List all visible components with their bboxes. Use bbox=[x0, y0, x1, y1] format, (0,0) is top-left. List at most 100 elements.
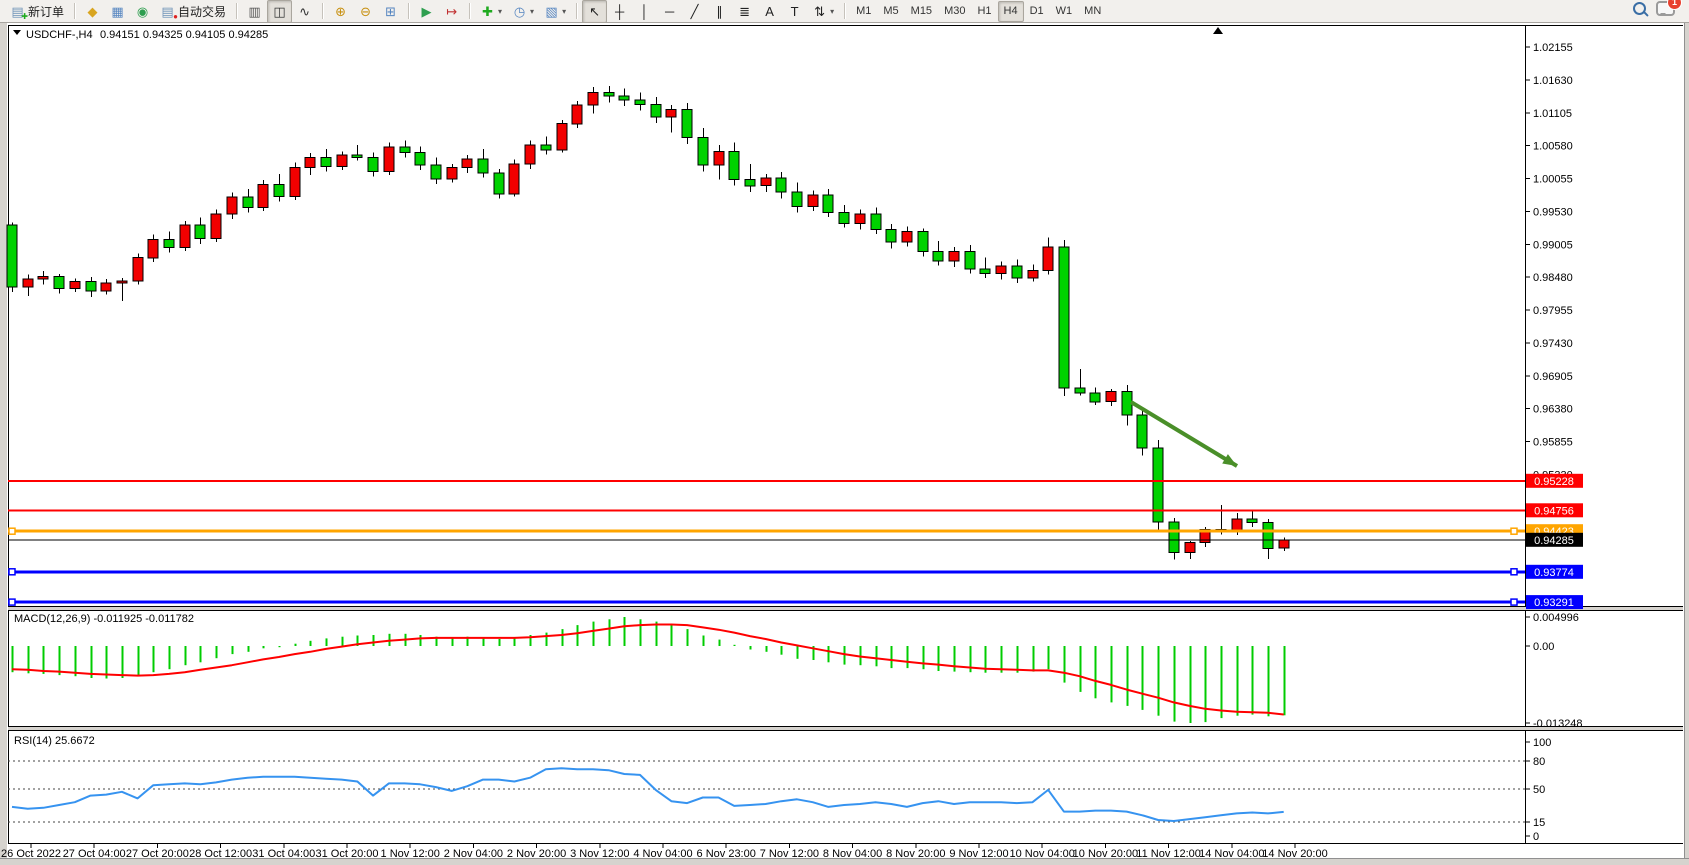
tf-m1-button[interactable]: M1 bbox=[850, 1, 877, 22]
price-tick-label: 1.00580 bbox=[1533, 141, 1573, 153]
open-chart-button[interactable]: ▦ bbox=[105, 0, 130, 23]
vertical-line-button[interactable]: │ bbox=[632, 0, 657, 23]
auto-trading-button[interactable]: ▤●自动交易 bbox=[155, 0, 231, 23]
line-handle[interactable] bbox=[9, 569, 15, 575]
line-handle[interactable] bbox=[1511, 528, 1517, 534]
chart-canvas[interactable]: 1.021551.016301.011051.005801.000550.995… bbox=[0, 23, 1689, 865]
app-badge-button[interactable]: ◆ bbox=[80, 0, 105, 23]
candle bbox=[792, 192, 802, 206]
tf-m30-button[interactable]: M30 bbox=[938, 1, 971, 22]
chevron-down-icon[interactable]: ▾ bbox=[830, 7, 834, 16]
candle bbox=[509, 164, 519, 194]
bar-chart-button[interactable]: ▥ bbox=[242, 0, 267, 23]
candle bbox=[698, 138, 708, 166]
candle bbox=[1169, 522, 1179, 553]
chevron-down-icon[interactable]: ▾ bbox=[498, 7, 502, 16]
price-tick-label: 1.01105 bbox=[1533, 108, 1572, 120]
toolbar-group: ✚▾◷▾▧▾ bbox=[473, 0, 573, 22]
main-chart-plot[interactable] bbox=[7, 86, 1289, 559]
chart-area: 1.021551.016301.011051.005801.000550.995… bbox=[0, 23, 1689, 865]
price-tick-label: 0.97955 bbox=[1533, 305, 1573, 317]
signals-button[interactable]: ◉ bbox=[130, 0, 155, 23]
toolbar: ▤✚新订单◆▦◉▤●自动交易▥◫∿⊕⊖⊞▶↦✚▾◷▾▧▾↖┼│─╱∥≣AT⇅▾M… bbox=[0, 0, 1689, 23]
zoom-out-button[interactable]: ⊖ bbox=[353, 0, 378, 23]
auto-trading-icon: ▤● bbox=[160, 4, 175, 19]
notification-badge: 1 bbox=[1667, 0, 1682, 10]
candle bbox=[1075, 388, 1085, 393]
chart-ohlc-values: 0.94151 0.94325 0.94105 0.94285 bbox=[100, 29, 268, 41]
line-price-tag-label: 0.93774 bbox=[1534, 567, 1574, 579]
toolbar-separator bbox=[576, 3, 577, 19]
tf-w1-button[interactable]: W1 bbox=[1050, 1, 1079, 22]
price-axis[interactable]: 1.021551.016301.011051.005801.000550.995… bbox=[1525, 42, 1583, 843]
search-button[interactable] bbox=[1633, 2, 1646, 20]
indicators-button[interactable]: ✚▾ bbox=[475, 0, 507, 23]
date-axis[interactable]: 26 Oct 202227 Oct 04:0027 Oct 20:0028 Oc… bbox=[1, 844, 1328, 860]
candle bbox=[619, 96, 629, 100]
rsi-panel-plot[interactable] bbox=[8, 761, 1525, 822]
templates-button[interactable]: ▧▾ bbox=[539, 0, 571, 23]
fibonacci-button[interactable]: ≣ bbox=[732, 0, 757, 23]
chart-title: USDCHF-,H4 bbox=[26, 29, 93, 41]
candle bbox=[1232, 519, 1242, 531]
chart-shift-button[interactable]: ↦ bbox=[439, 0, 464, 23]
chevron-down-icon[interactable]: ▾ bbox=[562, 7, 566, 16]
candle bbox=[54, 277, 64, 289]
line-price-tag-label: 0.94756 bbox=[1534, 505, 1574, 517]
price-tick-label: 0.99005 bbox=[1533, 239, 1573, 251]
tf-mn-button[interactable]: MN bbox=[1078, 1, 1107, 22]
date-tick-label: 28 Oct 12:00 bbox=[189, 848, 252, 860]
candle bbox=[117, 281, 127, 283]
date-tick-label: 31 Oct 20:00 bbox=[316, 848, 379, 860]
text-button[interactable]: A bbox=[757, 0, 782, 23]
candle bbox=[38, 277, 48, 280]
date-tick-label: 9 Nov 12:00 bbox=[949, 848, 1008, 860]
trend-arrow-head bbox=[1222, 454, 1237, 466]
arrows-button[interactable]: ⇅▾ bbox=[807, 0, 839, 23]
date-tick-label: 27 Oct 20:00 bbox=[126, 848, 189, 860]
chevron-down-icon[interactable]: ▾ bbox=[530, 7, 534, 16]
notifications-button[interactable]: 1 bbox=[1656, 1, 1675, 21]
toolbar-group: ⊕⊖ ⊞ bbox=[326, 0, 405, 22]
price-tick-label: 0.98480 bbox=[1533, 272, 1573, 284]
tf-h4-button[interactable]: H4 bbox=[998, 1, 1024, 22]
line-chart-button[interactable]: ∿ bbox=[292, 0, 317, 23]
candle bbox=[101, 283, 111, 291]
tf-h1-button[interactable]: H1 bbox=[971, 1, 997, 22]
tiles-icon: ⊞ bbox=[383, 4, 398, 19]
chart-dropdown-icon[interactable] bbox=[13, 30, 21, 35]
candle-chart-button[interactable]: ◫ bbox=[267, 0, 292, 23]
candle bbox=[368, 158, 378, 172]
crosshair-button[interactable]: ┼ bbox=[607, 0, 632, 23]
date-tick-label: 2 Nov 20:00 bbox=[507, 848, 566, 860]
macd-panel-plot[interactable] bbox=[12, 617, 1285, 723]
cursor-button[interactable]: ↖ bbox=[582, 0, 607, 23]
zoom-in-button[interactable]: ⊕ bbox=[328, 0, 353, 23]
macd-signal-line bbox=[12, 625, 1284, 715]
line-handle[interactable] bbox=[9, 599, 15, 605]
new-order-button[interactable]: ▤✚新订单 bbox=[5, 0, 69, 23]
candle bbox=[918, 231, 928, 251]
candle bbox=[525, 145, 535, 164]
horizontal-line-button[interactable]: ─ bbox=[657, 0, 682, 23]
text-label-button[interactable]: T bbox=[782, 0, 807, 23]
line-handle[interactable] bbox=[9, 528, 15, 534]
line-handle[interactable] bbox=[1511, 599, 1517, 605]
equidistant-channel-button[interactable]: ∥ bbox=[707, 0, 732, 23]
tile-windows-button[interactable]: ⊞ bbox=[378, 0, 403, 23]
periods-button[interactable]: ◷▾ bbox=[507, 0, 539, 23]
scale-marker-icon[interactable] bbox=[1213, 27, 1223, 34]
line-handle[interactable] bbox=[1511, 569, 1517, 575]
tf-m5-button[interactable]: M5 bbox=[877, 1, 904, 22]
tf-d1-button[interactable]: D1 bbox=[1024, 1, 1050, 22]
auto-scroll-button[interactable]: ▶ bbox=[414, 0, 439, 23]
candle bbox=[965, 252, 975, 270]
auto-trading-button-label: 自动交易 bbox=[178, 3, 226, 20]
rsi-axis-label: 0 bbox=[1533, 831, 1539, 843]
date-tick-label: 3 Nov 12:00 bbox=[570, 848, 629, 860]
tf-m15-button[interactable]: M15 bbox=[905, 1, 938, 22]
price-tick-label: 1.01630 bbox=[1533, 75, 1573, 87]
trendline-button[interactable]: ╱ bbox=[682, 0, 707, 23]
candle bbox=[195, 225, 205, 238]
candle bbox=[541, 145, 551, 150]
